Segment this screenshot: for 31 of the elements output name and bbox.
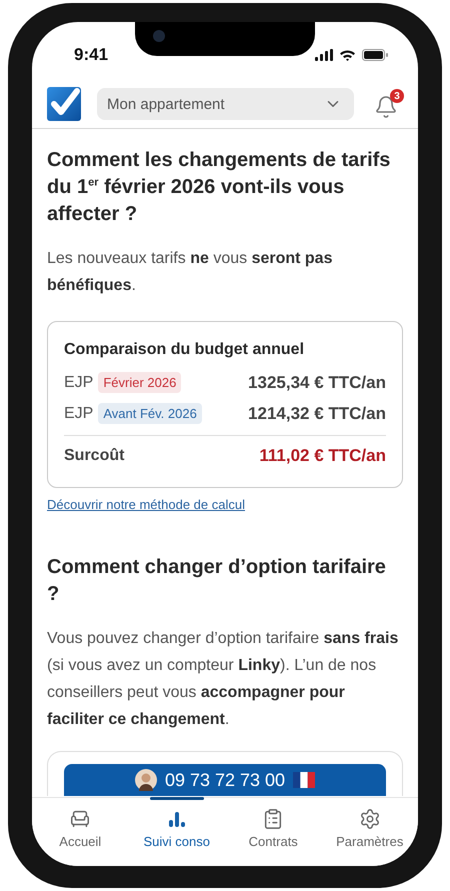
battery-icon	[362, 49, 388, 61]
nav-tab[interactable]: Paramètres	[322, 798, 418, 866]
nav-tab[interactable]: Accueil	[32, 798, 128, 866]
extra-cost-amount: 111,02 € TTC/an	[259, 446, 386, 466]
advisor-avatar-icon	[134, 769, 157, 791]
section-paragraph: Les nouveaux tarifs ne vous seront pas bénéfiques.	[47, 249, 334, 296]
flag-icon	[293, 772, 316, 788]
tariff-label: EJP	[64, 404, 94, 422]
notifications-button[interactable]: 3	[370, 89, 404, 119]
app-logo[interactable]	[47, 87, 81, 121]
settings-icon	[358, 808, 381, 830]
total-label: Surcoût	[64, 446, 124, 464]
nav-tab[interactable]: Contrats	[225, 798, 322, 866]
section-paragraph: Vous pouvez changer d’option tarifaire sans frais (si vous avez un compteur Linky). L’un de nos conseillers peut vous accompagner pour faciliter ce changement.	[47, 629, 400, 730]
period-tag: Avant Fév. 2026	[98, 403, 202, 424]
signal-icon	[315, 49, 333, 61]
nav-tab[interactable]: Suivi conso	[128, 798, 225, 866]
armchair-icon	[69, 808, 92, 830]
status-time: 9:41	[74, 45, 108, 65]
period-tag: Février 2026	[98, 372, 182, 393]
annual-amount: 1325,34 € TTC/an	[248, 372, 386, 392]
home-selector[interactable]: Mon appartement	[97, 88, 354, 120]
wifi-icon	[339, 49, 356, 61]
section-heading: Comment les changements de tarifs du 1$^{er}$ février 2026 vont-ils vous affecter ?	[47, 148, 392, 227]
card-title: Comparaison du budget annuel	[64, 341, 306, 359]
annual-amount: 1214,32 € TTC/an	[248, 404, 386, 424]
call-button[interactable]: 09 73 72 73 00	[64, 764, 386, 796]
tariff-label: EJP	[64, 374, 94, 392]
notification-badge: 3	[390, 89, 404, 103]
section-heading: Comment changer d’option tarifaire ?	[47, 555, 387, 607]
method-link[interactable]: Découvrir notre méthode de calcul	[47, 497, 245, 512]
